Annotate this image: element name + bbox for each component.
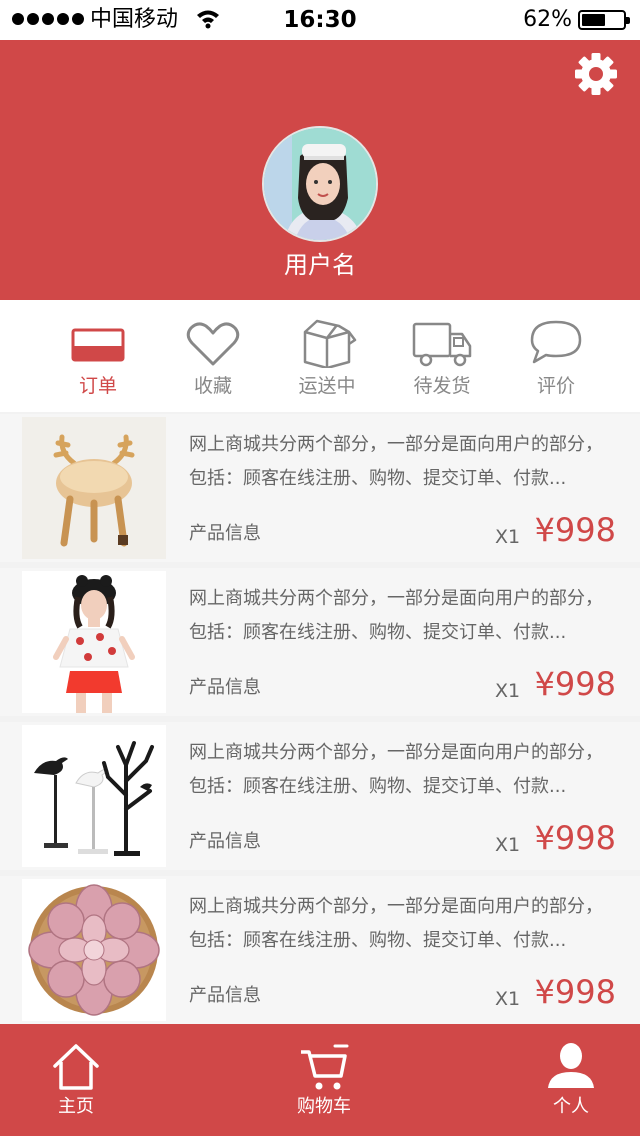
nav-label: 个人 [553, 1096, 589, 1117]
succulent-plant-image [22, 879, 166, 1021]
chat-bubble-icon [530, 320, 582, 364]
tab-orders[interactable]: 订单 [41, 300, 155, 412]
deer-antler-stool-image [22, 417, 166, 559]
product-price: ¥998 [534, 819, 616, 857]
product-info-label: 产品信息 [189, 985, 261, 1006]
product-description: 网上商城共分两个部分，一部分是面向用户的部分， 包括：顾客在线注册、购物、提交订… [189, 896, 603, 951]
tab-pending-shipment[interactable]: 待发货 [385, 300, 499, 412]
nav-home[interactable]: 主页 [1, 1024, 151, 1136]
tab-label: 评价 [536, 375, 575, 397]
order-status-tabs: 订单 收藏 运送中 待发货 评价 [0, 300, 640, 412]
product-list-item[interactable]: 网上商城共分两个部分，一部分是面向用户的部分， 包括：顾客在线注册、购物、提交订… [0, 414, 640, 562]
product-info-label: 产品信息 [189, 677, 261, 698]
gear-icon[interactable] [574, 52, 618, 96]
home-icon [53, 1044, 99, 1090]
product-quantity: X1 [495, 680, 521, 702]
profile-header: 用户名 [0, 40, 640, 300]
product-list-item[interactable]: 网上商城共分两个部分，一部分是面向用户的部分， 包括：顾客在线注册、购物、提交订… [0, 876, 640, 1024]
product-info-label: 产品信息 [189, 523, 261, 544]
tab-favorites[interactable]: 收藏 [156, 300, 270, 412]
heart-icon [186, 322, 240, 366]
nav-label: 购物车 [297, 1096, 351, 1117]
product-price: ¥998 [534, 665, 616, 703]
status-bar: 中国移动 16:30 62% [0, 0, 640, 40]
box-icon [303, 319, 357, 368]
product-quantity: X1 [495, 526, 521, 548]
nav-profile[interactable]: 个人 [496, 1024, 640, 1136]
person-icon [548, 1043, 594, 1088]
product-quantity: X1 [495, 834, 521, 856]
nav-label: 主页 [58, 1096, 94, 1117]
product-list-item[interactable]: 网上商城共分两个部分，一部分是面向用户的部分， 包括：顾客在线注册、购物、提交订… [0, 568, 640, 716]
tab-label: 收藏 [193, 375, 232, 397]
battery-percentage: 62% [523, 7, 572, 32]
product-quantity: X1 [495, 988, 521, 1010]
user-photo [264, 128, 376, 240]
tab-label: 待发货 [413, 375, 471, 397]
battery-fill [582, 14, 606, 26]
bottom-navigation: 主页 购物车 个人 [0, 1024, 640, 1136]
nav-cart[interactable]: 购物车 [249, 1024, 399, 1136]
card-icon [71, 328, 125, 362]
tab-reviews[interactable]: 评价 [499, 300, 613, 412]
avatar[interactable] [262, 126, 378, 242]
product-price: ¥998 [534, 511, 616, 549]
product-description: 网上商城共分两个部分，一部分是面向用户的部分， 包括：顾客在线注册、购物、提交订… [189, 742, 603, 797]
username: 用户名 [284, 251, 356, 279]
girl-outfit-image [22, 571, 166, 713]
product-description: 网上商城共分两个部分，一部分是面向用户的部分， 包括：顾客在线注册、购物、提交订… [189, 434, 603, 489]
battery-icon [578, 10, 630, 30]
tab-label: 运送中 [298, 375, 356, 397]
product-price: ¥998 [534, 973, 616, 1011]
product-info-label: 产品信息 [189, 831, 261, 852]
bird-tree-decor-image [22, 725, 166, 867]
truck-icon [412, 322, 472, 367]
product-list-item[interactable]: 网上商城共分两个部分，一部分是面向用户的部分， 包括：顾客在线注册、购物、提交订… [0, 722, 640, 870]
tab-shipping[interactable]: 运送中 [270, 300, 384, 412]
cart-icon [301, 1044, 349, 1090]
tab-label: 订单 [78, 375, 117, 397]
product-description: 网上商城共分两个部分，一部分是面向用户的部分， 包括：顾客在线注册、购物、提交订… [189, 588, 603, 643]
